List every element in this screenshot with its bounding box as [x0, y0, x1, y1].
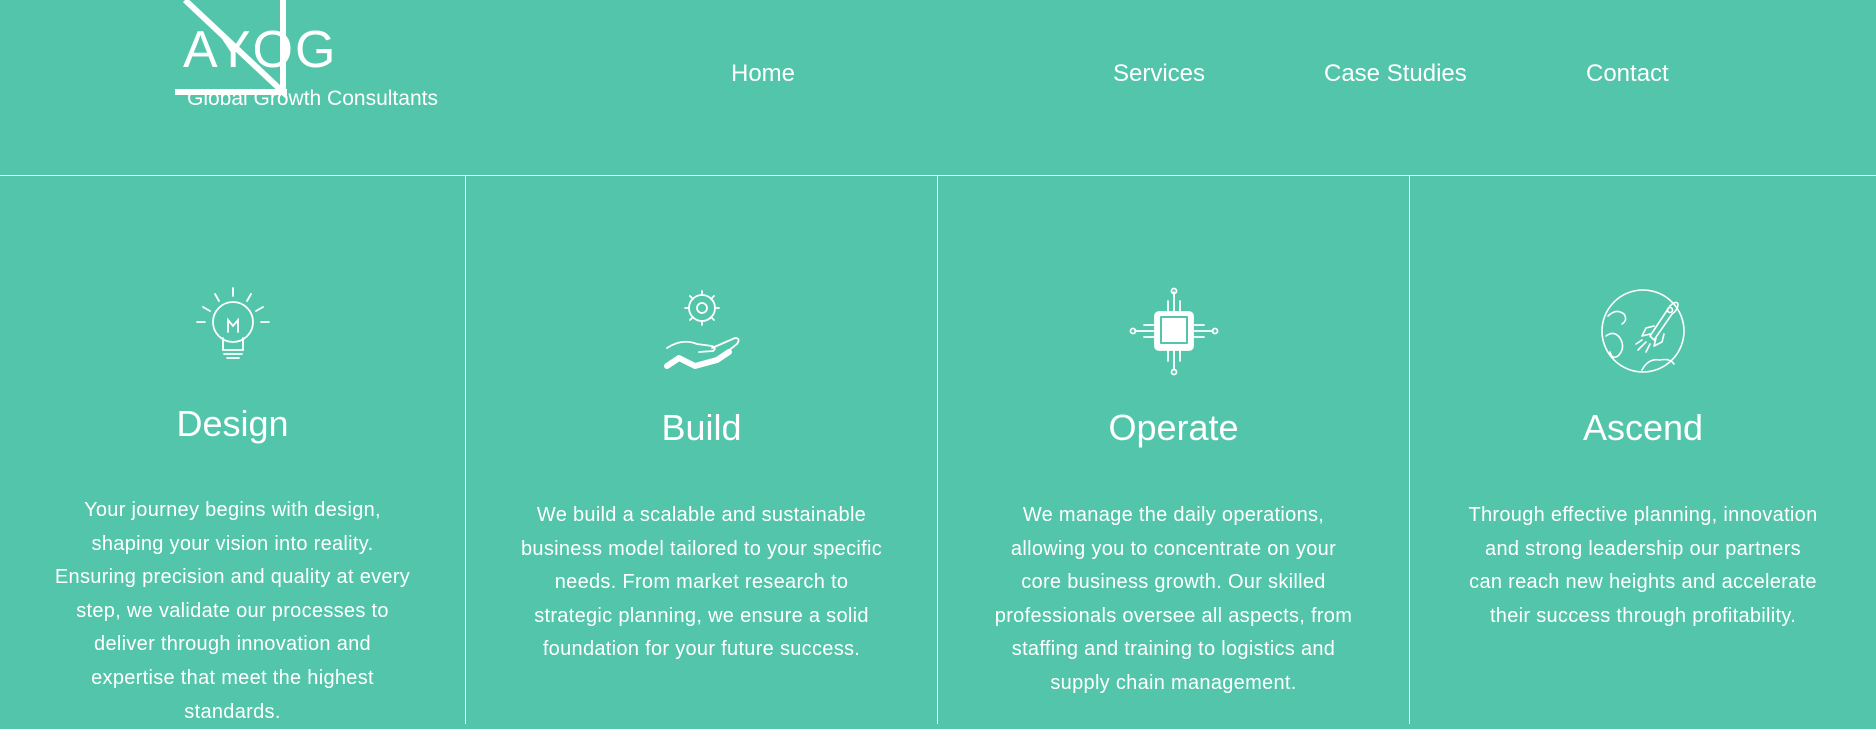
service-column-design: Design Your journey begins with design, …: [0, 176, 465, 724]
logo[interactable]: AYOG Global Growth Consultants: [175, 0, 465, 120]
microchip-icon: [1129, 286, 1219, 376]
service-column-build: Build We build a scalable and sustainabl…: [466, 176, 937, 724]
service-column-operate: Operate We manage the daily operations, …: [938, 176, 1409, 724]
service-title: Ascend: [1582, 407, 1704, 448]
nav-services[interactable]: Services: [1113, 62, 1205, 86]
rocket-globe-icon: [1598, 286, 1688, 376]
service-description: We build a scalable and sustainable busi…: [520, 504, 883, 661]
service-title: Design: [176, 403, 289, 444]
hand-gear-icon: [657, 286, 747, 376]
service-title: Build: [661, 407, 742, 448]
nav-case-studies[interactable]: Case Studies: [1324, 62, 1467, 86]
service-description: We manage the daily operations, allowing…: [994, 504, 1353, 694]
brand-tagline: Global Growth Consultants: [187, 87, 438, 110]
lightbulb-icon: [188, 282, 278, 372]
site-header: AYOG Global Growth Consultants Home Serv…: [0, 0, 1876, 175]
nav-home[interactable]: Home: [731, 62, 795, 86]
service-column-ascend: Ascend Through effective planning, innov…: [1410, 176, 1876, 724]
service-description: Your journey begins with design, shaping…: [54, 499, 411, 723]
service-title: Operate: [1108, 407, 1239, 448]
nav-contact[interactable]: Contact: [1586, 62, 1669, 86]
service-description: Through effective planning, innovation a…: [1468, 504, 1818, 627]
brand-name: AYOG: [183, 21, 338, 79]
